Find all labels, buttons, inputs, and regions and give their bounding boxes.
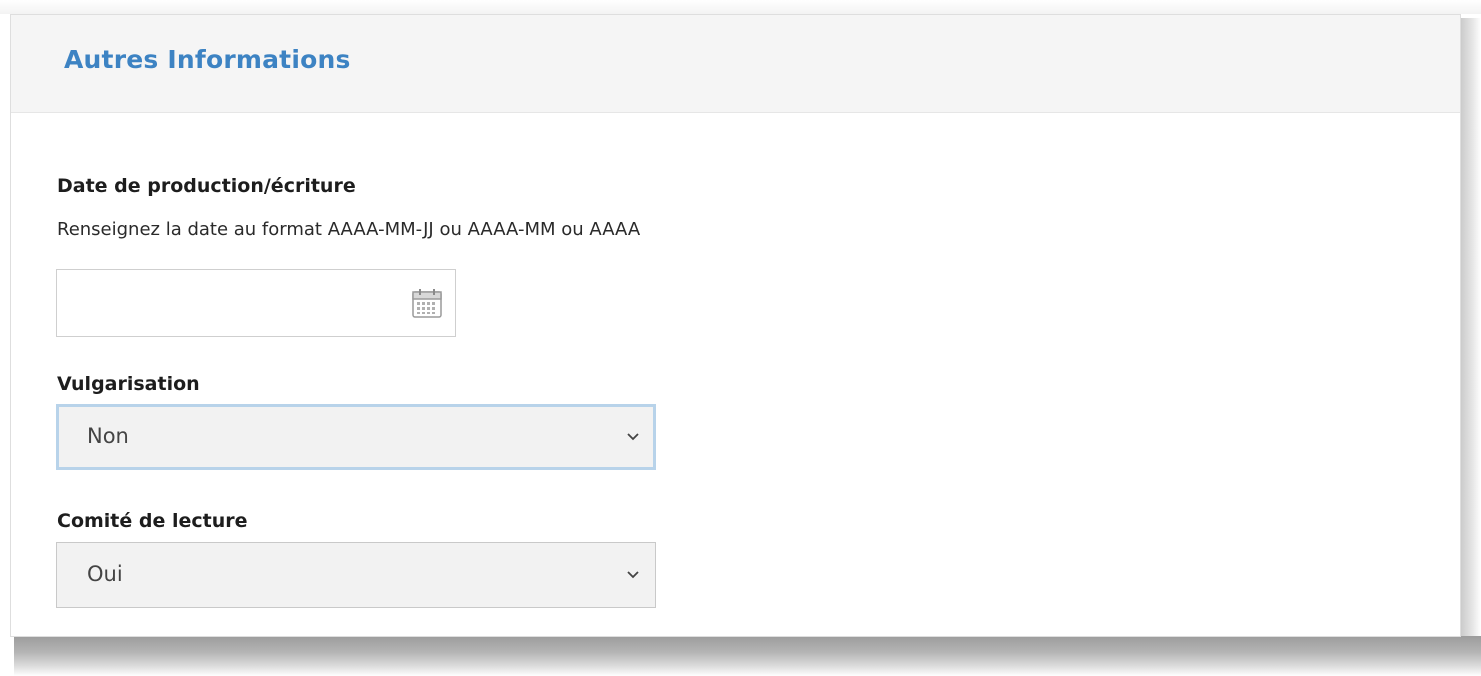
panel-header: Autres Informations (11, 15, 1460, 113)
vulgarisation-label: Vulgarisation (57, 373, 200, 395)
page-canvas: Autres Informations Date de production/é… (0, 0, 1481, 676)
panel-shadow-bottom (14, 636, 1481, 676)
panel-shadow-right (1460, 18, 1481, 658)
vulgarisation-value: Non (87, 424, 129, 448)
other-info-panel: Autres Informations Date de production/é… (10, 14, 1461, 637)
vulgarisation-select[interactable]: Non (56, 404, 656, 470)
chevron-down-icon (627, 433, 639, 441)
comite-select[interactable]: Oui (56, 542, 656, 608)
panel-title: Autres Informations (64, 45, 351, 74)
date-label: Date de production/écriture (57, 175, 356, 197)
chevron-down-icon (627, 571, 639, 579)
date-input[interactable] (56, 269, 456, 337)
calendar-icon[interactable] (411, 287, 443, 319)
comite-label: Comité de lecture (57, 510, 248, 532)
date-help-text: Renseignez la date au format AAAA-MM-JJ … (57, 219, 641, 240)
comite-value: Oui (87, 562, 123, 586)
panel-shadow-top (0, 0, 1481, 14)
